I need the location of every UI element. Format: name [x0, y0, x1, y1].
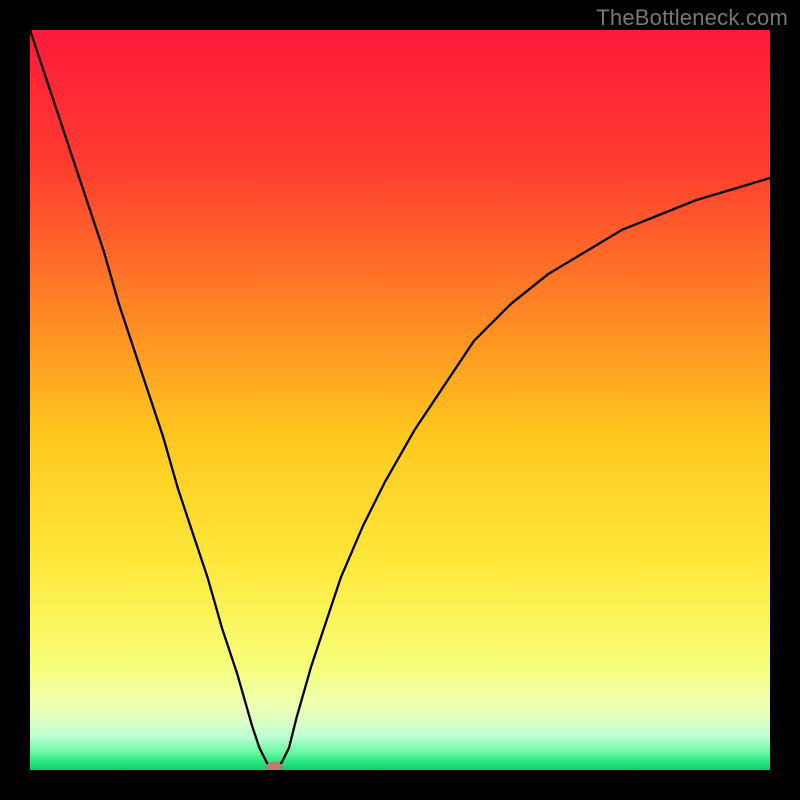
watermark-text: TheBottleneck.com [596, 5, 788, 31]
plot-area [30, 30, 770, 770]
chart-frame: TheBottleneck.com [0, 0, 800, 800]
chart-svg [30, 30, 770, 770]
gradient-bg [30, 30, 770, 770]
